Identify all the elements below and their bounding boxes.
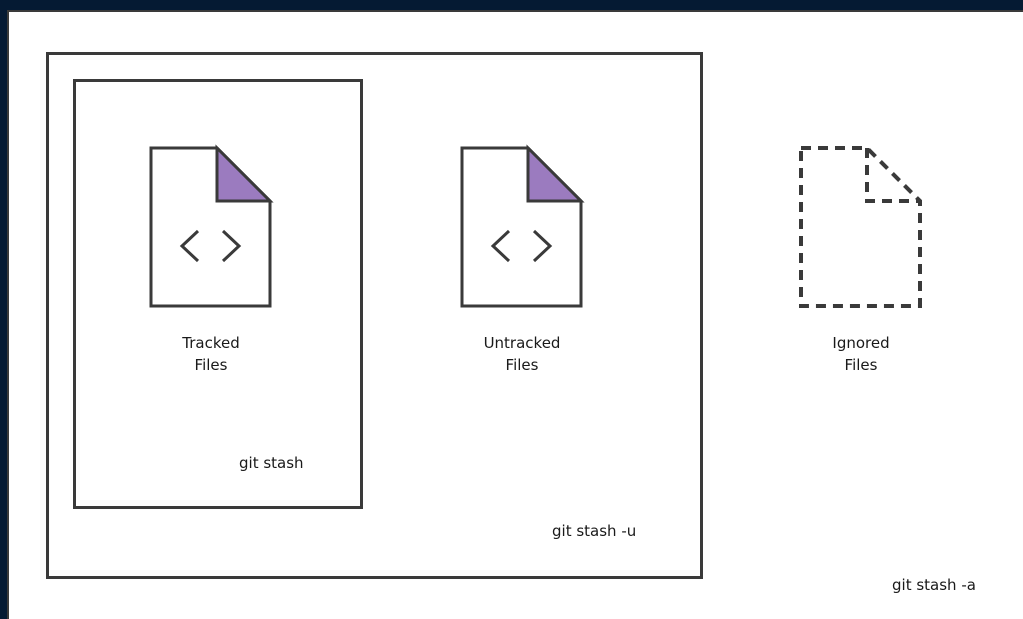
git-stash-a-label: git stash -a: [892, 576, 976, 594]
untracked-files-label: Untracked Files: [483, 334, 561, 374]
code-file-icon: [460, 144, 585, 308]
dashed-file-icon: [799, 146, 922, 308]
ignored-files-label: Ignored Files: [832, 334, 890, 374]
diagram-canvas: Tracked Files Untracked Files Ignored Fi…: [0, 0, 1023, 619]
git-stash-label: git stash: [239, 454, 304, 472]
code-file-icon: [149, 144, 274, 308]
git-stash-a-region: Tracked Files Untracked Files Ignored Fi…: [7, 10, 1023, 619]
tracked-files-label: Tracked Files: [182, 334, 240, 374]
git-stash-u-label: git stash -u: [552, 522, 637, 540]
